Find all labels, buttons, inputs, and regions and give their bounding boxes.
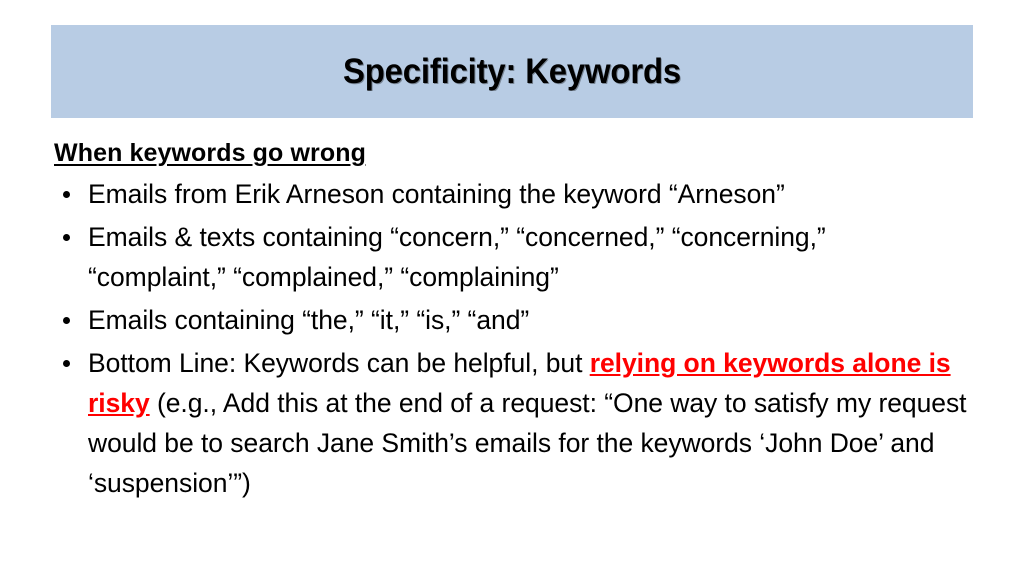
slide-body: When keywords go wrong Emails from Erik … [54, 136, 984, 566]
bullet-arneson: Emails from Erik Arneson containing the … [54, 174, 984, 214]
bottom-line-tail: (e.g., Add this at the end of a request:… [88, 388, 967, 498]
bullet-dot-icon [63, 234, 70, 241]
bullet-stopwords-text: Emails containing “the,” “it,” “is,” “an… [88, 305, 530, 335]
slide-canvas: Specificity: Keywords When keywords go w… [0, 0, 1024, 576]
title-banner: Specificity: Keywords [51, 25, 973, 118]
bullet-concern-text: Emails & texts containing “concern,” “co… [88, 222, 826, 292]
bullet-dot-icon [63, 317, 70, 324]
slide-title: Specificity: Keywords [343, 51, 681, 91]
bullet-dot-icon [63, 191, 70, 198]
lead-heading: When keywords go wrong [54, 139, 366, 167]
bullet-bottom-line-text: Bottom Line: Keywords can be helpful, bu… [88, 343, 984, 503]
bottom-line-lead: Bottom Line: Keywords can be helpful, bu… [88, 348, 590, 378]
bullet-stopwords: Emails containing “the,” “it,” “is,” “an… [54, 300, 984, 340]
bullet-concern: Emails & texts containing “concern,” “co… [54, 217, 878, 297]
bullet-list: Emails from Erik Arneson containing the … [54, 174, 984, 503]
bullet-bottom-line: Bottom Line: Keywords can be helpful, bu… [54, 343, 984, 503]
bullet-dot-icon [63, 360, 70, 367]
bullet-arneson-text: Emails from Erik Arneson containing the … [88, 179, 785, 209]
